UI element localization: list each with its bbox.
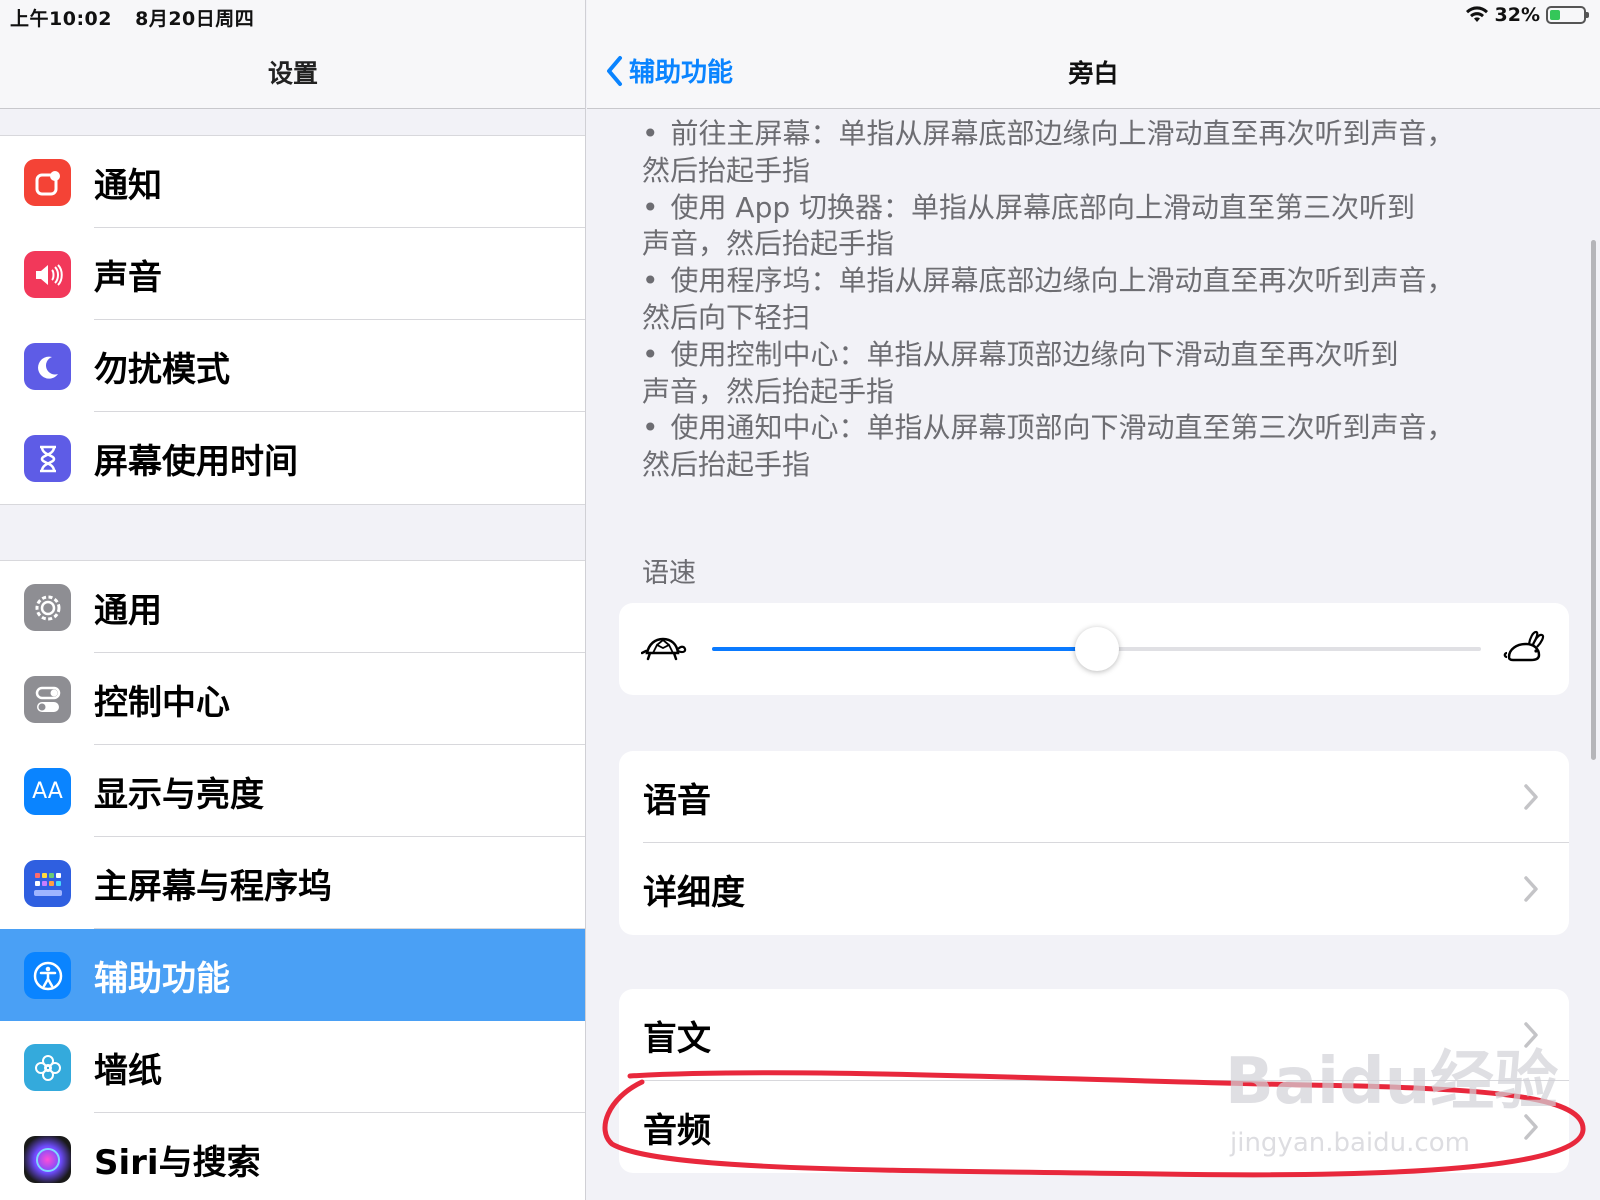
- hint-line: 然后向下轻扫: [642, 300, 811, 334]
- siri-icon: [24, 1136, 71, 1183]
- hint-line: 使用控制中心：单指从屏幕顶部边缘向下滑动直至再次听到: [642, 337, 1522, 374]
- list-item-label: 语音: [643, 781, 711, 821]
- hint-line: 使用程序坞：单指从屏幕底部边缘向上滑动直至再次听到声音，: [642, 263, 1522, 300]
- sidebar-item-label: 声音: [94, 257, 162, 298]
- list-item-label: 音频: [643, 1111, 711, 1151]
- sidebar-item-home-dock[interactable]: 主屏幕与程序坞: [0, 837, 585, 929]
- sidebar-item-label: 显示与亮度: [94, 774, 264, 815]
- status-time-date: 上午10:02 8月20日周四: [10, 4, 254, 31]
- gesture-hint-text: 前往主屏幕：单指从屏幕底部边缘向上滑动直至再次听到声音，然后抬起手指使用 App…: [642, 116, 1522, 484]
- moon-icon: [24, 343, 71, 390]
- hint-line: 使用 App 切换器：单指从屏幕底部向上滑动直至第三次听到: [642, 190, 1522, 227]
- sidebar-item-screen-time[interactable]: 屏幕使用时间: [0, 412, 585, 504]
- sidebar-item-label: Siri与搜索: [94, 1142, 261, 1183]
- slider-fill: [712, 647, 1097, 651]
- chevron-right-icon: [1524, 1114, 1538, 1140]
- gear-icon: [24, 584, 71, 631]
- home-grid-icon: [24, 860, 71, 907]
- status-time: 上午10:02: [10, 8, 112, 30]
- voiceover-detail-pane: 32% 辅助功能 旁白 前往主屏幕：单指从屏幕底部边缘向上滑动直至再次听到声音，…: [587, 0, 1600, 1200]
- battery-icon: [1546, 6, 1589, 24]
- sidebar-item-notifications[interactable]: 通知: [0, 136, 585, 228]
- sidebar-item-label: 辅助功能: [94, 958, 230, 999]
- sidebar-item-general[interactable]: 通用: [0, 561, 585, 653]
- speaking-rate-card: [619, 603, 1569, 695]
- sidebar-item-label: 通用: [94, 590, 162, 631]
- sidebar-item-accessibility[interactable]: 辅助功能: [0, 929, 585, 1021]
- detail-header: 32% 辅助功能 旁白: [587, 0, 1600, 109]
- status-date: 8月20日周四: [135, 8, 255, 30]
- list-item-label: 盲文: [643, 1019, 711, 1059]
- list-item-speech[interactable]: 语音: [619, 751, 1569, 843]
- wifi-icon: [1465, 6, 1488, 23]
- accessibility-icon: [24, 952, 71, 999]
- hint-line: 声音，然后抬起手指: [642, 227, 895, 261]
- hint-line: 然后抬起手指: [642, 153, 811, 187]
- status-indicators: 32%: [1465, 4, 1589, 26]
- sidebar-header: 上午10:02 8月20日周四 设置: [0, 0, 585, 109]
- chevron-right-icon: [1524, 784, 1538, 810]
- toggles-icon: [24, 676, 71, 723]
- list-item-braille[interactable]: 盲文: [619, 989, 1569, 1081]
- flower-icon: [24, 1044, 71, 1091]
- display-aa-icon: AA: [24, 768, 71, 815]
- braille-audio-group: 盲文 音频: [619, 989, 1569, 1173]
- hourglass-icon: [24, 435, 71, 482]
- list-item-verbosity[interactable]: 详细度: [619, 843, 1569, 935]
- chevron-right-icon: [1524, 876, 1538, 902]
- sidebar-item-do-not-disturb[interactable]: 勿扰模式: [0, 320, 585, 412]
- slider-thumb[interactable]: [1074, 627, 1119, 671]
- sidebar-item-label: 控制中心: [94, 682, 230, 723]
- settings-group-2: 通用 控制中心 AA 显示与亮度 主屏幕与程序坞 辅助功能 墙纸 Siri与搜索: [0, 560, 585, 1200]
- sidebar-item-control-center[interactable]: 控制中心: [0, 653, 585, 745]
- speaker-icon: [24, 251, 71, 298]
- settings-group-1: 通知 声音 勿扰模式 屏幕使用时间: [0, 135, 585, 505]
- voice-settings-group: 语音 详细度: [619, 751, 1569, 935]
- sidebar-item-label: 主屏幕与程序坞: [94, 866, 332, 907]
- list-item-label: 详细度: [643, 873, 745, 913]
- sidebar-item-display-brightness[interactable]: AA 显示与亮度: [0, 745, 585, 837]
- hint-line: 声音，然后抬起手指: [642, 374, 895, 408]
- turtle-icon: [641, 637, 687, 661]
- sidebar-item-siri-search[interactable]: Siri与搜索: [0, 1113, 585, 1200]
- hint-line: 前往主屏幕：单指从屏幕底部边缘向上滑动直至再次听到声音，: [642, 116, 1522, 153]
- sidebar-item-label: 勿扰模式: [94, 349, 230, 390]
- speaking-rate-label: 语速: [642, 558, 696, 589]
- battery-level: [1550, 10, 1561, 20]
- settings-sidebar: 上午10:02 8月20日周四 设置 通知 声音 勿扰模式 屏幕使用时间 通用 …: [0, 0, 586, 1200]
- hint-line: 然后抬起手指: [642, 448, 811, 482]
- notifications-icon: [24, 159, 71, 206]
- sidebar-item-label: 墙纸: [94, 1050, 162, 1091]
- sidebar-item-sounds[interactable]: 声音: [0, 228, 585, 320]
- chevron-right-icon: [1524, 1022, 1538, 1048]
- list-item-audio[interactable]: 音频: [619, 1081, 1569, 1173]
- hint-line: 使用通知中心：单指从屏幕顶部向下滑动直至第三次听到声音，: [642, 410, 1522, 447]
- rabbit-icon: [1503, 630, 1545, 662]
- page-title: 旁白: [1068, 59, 1119, 88]
- sidebar-item-label: 通知: [94, 165, 162, 206]
- scroll-indicator[interactable]: [1591, 240, 1596, 760]
- sidebar-item-wallpaper[interactable]: 墙纸: [0, 1021, 585, 1113]
- battery-percent: 32%: [1494, 4, 1540, 26]
- sidebar-item-label: 屏幕使用时间: [94, 441, 298, 482]
- sidebar-title: 设置: [267, 59, 318, 88]
